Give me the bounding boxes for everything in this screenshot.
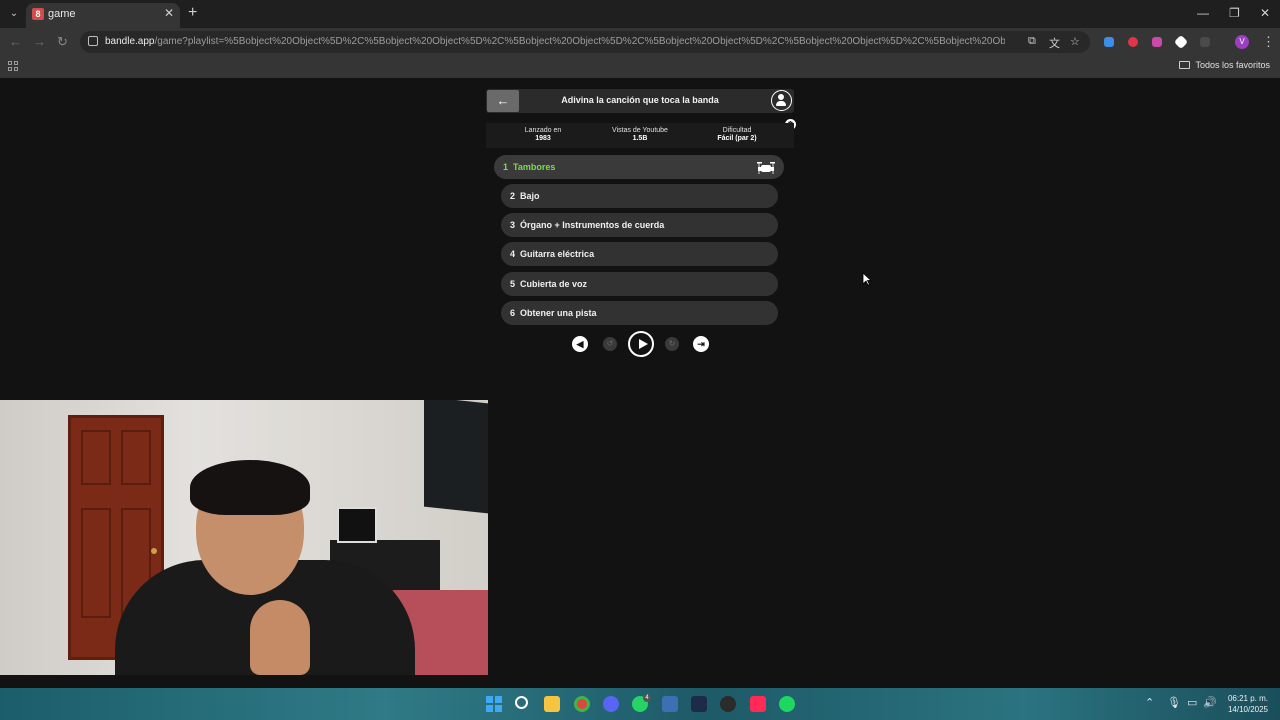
display-icon[interactable]: ▭ — [1187, 696, 1197, 709]
address-bar[interactable]: bandle.app/game?playlist=%5Bobject%20Obj… — [80, 31, 1090, 53]
search-icon[interactable] — [515, 696, 528, 709]
tab-favicon-icon: 8 — [32, 8, 44, 20]
window-close-icon[interactable]: ✕ — [1260, 6, 1270, 20]
extension-icon[interactable] — [1152, 37, 1162, 47]
info-value: Fácil (par 2) — [717, 135, 757, 142]
info-value: 1983 — [535, 135, 551, 142]
system-clock[interactable]: 06:21 p. m. 14/10/2025 — [1228, 693, 1268, 715]
clue-item-drums[interactable]: 1 Tambores — [494, 155, 784, 179]
user-account-icon[interactable] — [771, 90, 792, 111]
playback-controls: ◀ ↺ ↻ ⇥ — [0, 331, 1280, 357]
audio-app-icon[interactable] — [691, 696, 707, 712]
minimize-icon[interactable]: — — [1197, 6, 1209, 20]
webcam-overlay — [0, 400, 488, 675]
poster — [337, 507, 377, 543]
clue-label: 1 Tambores — [503, 162, 556, 172]
tab-search-chevron-icon[interactable]: ⌄ — [6, 6, 22, 22]
browser-menu-icon[interactable]: ⋮ — [1262, 34, 1275, 50]
new-tab-icon[interactable]: + — [188, 5, 197, 21]
url-path: /game?playlist=%5Bobject%20Object%5D%2C%… — [154, 36, 1006, 47]
reload-icon[interactable]: ↻ — [57, 34, 68, 50]
tab-close-icon[interactable]: ✕ — [164, 7, 174, 19]
url-host: bandle.app — [105, 36, 155, 47]
game-title: Adivina la canción que toca la banda — [561, 95, 719, 105]
person-hair — [190, 460, 310, 515]
start-windows-icon[interactable] — [486, 696, 502, 712]
extension-icon[interactable] — [1104, 37, 1114, 47]
clue-item-vocal-cover[interactable]: 5 Cubierta de voz — [501, 272, 778, 296]
discord-icon[interactable] — [603, 696, 619, 712]
speaker-icon[interactable]: 🔊 — [1203, 696, 1217, 709]
obs-icon[interactable] — [720, 696, 736, 712]
bookmark-star-icon[interactable]: ☆ — [1070, 35, 1080, 48]
windows-taskbar: 4 ⌃ 🎙 ▭ 🔊 06:21 p. m. 14/10/2025 — [0, 688, 1280, 720]
bookmarks-bar: Todos los favoritos — [0, 56, 1280, 78]
extension-icon[interactable] — [1173, 34, 1189, 50]
rewind-icon[interactable]: ↺ — [603, 337, 617, 351]
file-explorer-icon[interactable] — [544, 696, 560, 712]
difficulty-info: Dificultad Fácil (par 2) — [702, 127, 772, 143]
translate-icon[interactable]: 文 — [1049, 35, 1060, 51]
clue-label: 6 Obtener una pista — [510, 308, 597, 318]
clue-item-hint[interactable]: 6 Obtener una pista — [501, 301, 778, 325]
person-hand — [250, 600, 310, 675]
play-button[interactable] — [628, 331, 654, 357]
release-year-info: Lanzado en 1983 — [508, 127, 578, 143]
clue-item-electric-guitar[interactable]: 4 Guitarra eléctrica — [501, 242, 778, 266]
clue-label: 5 Cubierta de voz — [510, 279, 588, 289]
info-value: 1.5B — [632, 135, 648, 142]
app-icon[interactable] — [662, 696, 678, 712]
drum-kit-icon — [757, 162, 775, 174]
profile-avatar[interactable]: V — [1235, 35, 1249, 49]
spotify-icon[interactable] — [779, 696, 795, 712]
skip-icon[interactable]: ⇥ — [693, 336, 709, 352]
extensions-puzzle-icon[interactable] — [1200, 37, 1210, 47]
restore-icon[interactable]: ❐ — [1229, 6, 1240, 20]
youtube-views-info: Vistas de Youtube 1.5B — [605, 127, 675, 143]
url-text[interactable]: bandle.app/game?playlist=%5Bobject%20Obj… — [105, 36, 1005, 47]
info-label: Vistas de Youtube — [612, 127, 668, 134]
all-bookmarks-folder[interactable]: Todos los favoritos — [1179, 60, 1270, 70]
tiktok-icon[interactable] — [750, 696, 766, 712]
clue-item-organ-strings[interactable]: 3 Órgano + Instrumentos de cuerda — [501, 213, 778, 237]
clock-time: 06:21 p. m. — [1227, 694, 1268, 703]
microphone-icon[interactable]: 🎙 — [1167, 696, 1181, 709]
info-label: Dificultad — [722, 127, 752, 134]
clue-label: 4 Guitarra eléctrica — [510, 249, 595, 259]
site-info-icon[interactable] — [88, 36, 98, 46]
all-bookmarks-label: Todos los favoritos — [1195, 60, 1270, 70]
clue-label: 2 Bajo — [510, 191, 540, 201]
tray-chevron-icon[interactable]: ⌃ — [1145, 696, 1154, 709]
song-info-bar: Lanzado en 1983 Vistas de Youtube 1.5B D… — [486, 123, 794, 148]
back-nav-icon[interactable]: ← — [9, 34, 22, 49]
extension-icon[interactable] — [1128, 37, 1138, 47]
tab-title: game — [48, 8, 76, 20]
browser-tab[interactable]: 8 game ✕ — [26, 3, 180, 28]
clue-item-bass[interactable]: 2 Bajo — [501, 184, 778, 208]
whatsapp-badge: 4 — [643, 694, 651, 702]
install-app-icon[interactable]: ⧉ — [1028, 35, 1036, 48]
volume-icon[interactable]: ◀ — [572, 336, 588, 352]
web-page: ← Adivina la canción que toca la banda ⚙… — [0, 78, 1280, 688]
browser-toolbar: ← → ↻ bandle.app/game?playlist=%5Bobject… — [0, 28, 1280, 56]
wall-tv — [424, 400, 488, 514]
forward-icon[interactable]: ↻ — [665, 337, 679, 351]
forward-nav-icon[interactable]: → — [33, 34, 46, 49]
apps-grid-icon[interactable] — [8, 61, 19, 72]
game-header: ← Adivina la canción que toca la banda — [486, 89, 794, 113]
info-label: Lanzado en — [524, 127, 562, 134]
tab-strip: ⌄ 8 game ✕ + — ❐ ✕ — [0, 0, 1280, 28]
clock-date: 14/10/2025 — [1227, 705, 1268, 714]
play-icon — [639, 339, 648, 349]
chrome-icon[interactable] — [574, 696, 590, 712]
clue-label: 3 Órgano + Instrumentos de cuerda — [510, 220, 665, 230]
folder-icon — [1179, 61, 1191, 69]
mouse-cursor-icon — [862, 272, 872, 286]
